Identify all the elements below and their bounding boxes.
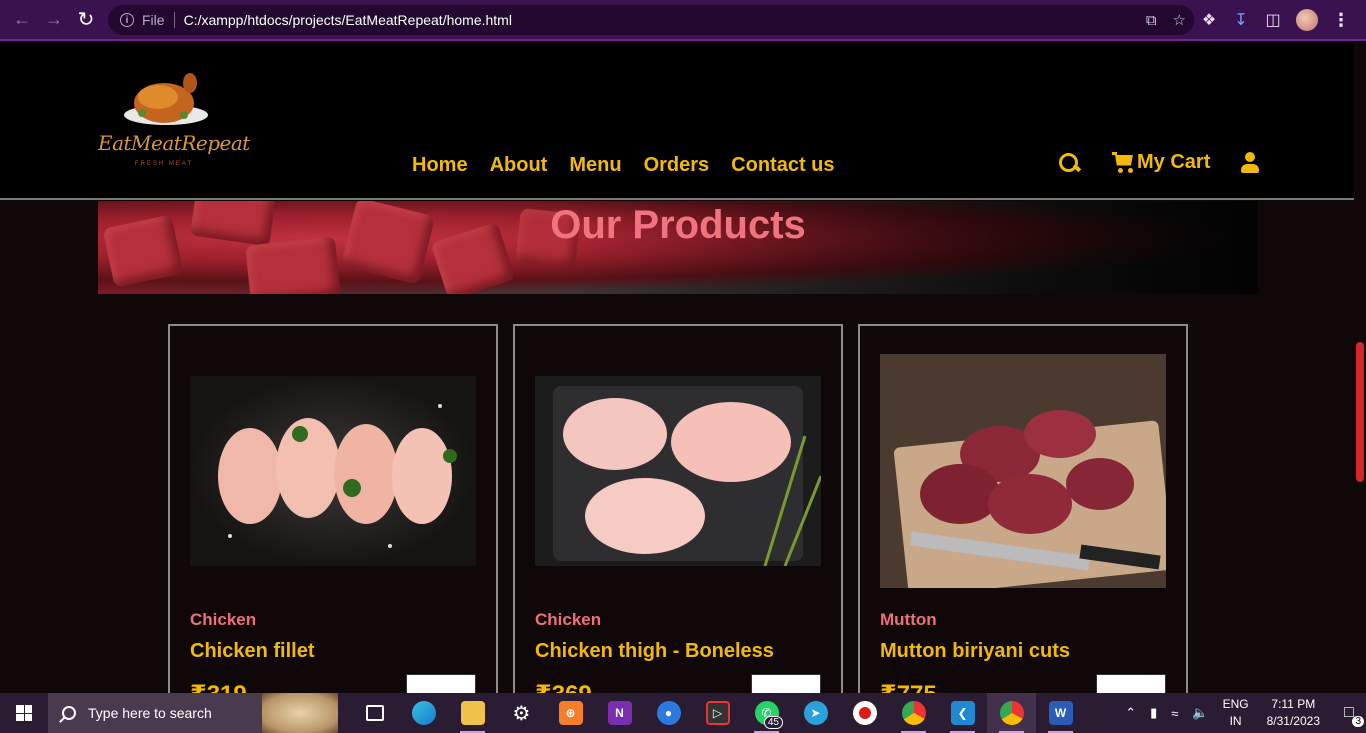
- clock-date: 8/31/2023: [1266, 714, 1320, 728]
- menu-kebab-icon[interactable]: ⋮: [1332, 10, 1350, 31]
- wifi-icon[interactable]: ≈: [1171, 706, 1178, 721]
- word-icon[interactable]: W: [1036, 693, 1085, 733]
- chrome-icon[interactable]: [889, 693, 938, 733]
- chicken-thigh-photo: [535, 376, 821, 566]
- search-icon[interactable]: [1058, 152, 1080, 174]
- divider: [173, 12, 175, 28]
- nav-menu[interactable]: Menu: [569, 154, 621, 177]
- browser-toolbar: ← → ↻ i File C:/xampp/htdocs/projects/Ea…: [0, 0, 1366, 41]
- whatsapp-unread-badge: 45: [763, 716, 783, 729]
- system-tray: ⌃ ▮ ≈ 🔈 ENG IN 7:11 PM 8/31/2023 □ 3: [1125, 693, 1366, 733]
- mutton-cuts-photo: [880, 354, 1166, 588]
- windows-taskbar: Type here to search ⚙ ⊛ N ● ▷ ✆ 45 ➤ ❮ W…: [0, 693, 1366, 733]
- address-bar[interactable]: i File C:/xampp/htdocs/projects/EatMeatR…: [108, 5, 1194, 35]
- products-banner: Our Products: [98, 201, 1258, 294]
- product-category: Chicken: [535, 610, 602, 629]
- banner-title: Our Products: [550, 203, 806, 247]
- forward-arrow-icon[interactable]: →: [38, 4, 70, 36]
- share-icon[interactable]: ⧉: [1146, 12, 1157, 29]
- onenote-icon[interactable]: N: [595, 693, 644, 733]
- vscode-icon[interactable]: ❮: [938, 693, 987, 733]
- bookmark-star-icon[interactable]: ☆: [1173, 11, 1186, 29]
- clock-time: 7:11 PM: [1271, 697, 1316, 711]
- battery-icon[interactable]: ▮: [1150, 705, 1157, 721]
- windows-start-icon[interactable]: [0, 693, 48, 733]
- user-icon[interactable]: [1240, 151, 1260, 174]
- extensions-puzzle-icon[interactable]: ❖: [1200, 11, 1218, 29]
- search-highlight-art: [262, 693, 338, 733]
- nav-orders[interactable]: Orders: [644, 154, 710, 177]
- cart-label: My Cart: [1137, 151, 1211, 173]
- logo-wordmark: EatMeatRepeat: [98, 131, 250, 155]
- product-card[interactable]: Chicken Chicken thigh - Boneless ₹369: [513, 324, 843, 708]
- product-name[interactable]: Chicken fillet: [190, 640, 314, 663]
- profile-avatar[interactable]: [1296, 9, 1318, 31]
- task-view-icon[interactable]: [350, 693, 399, 733]
- url-text[interactable]: C:/xampp/htdocs/projects/EatMeatRepeat/h…: [184, 12, 512, 28]
- xampp-icon[interactable]: ⊛: [546, 693, 595, 733]
- chrome-profile-icon[interactable]: [987, 693, 1036, 733]
- volume-icon[interactable]: 🔈: [1192, 705, 1208, 721]
- chevron-up-icon[interactable]: ⌃: [1125, 705, 1136, 721]
- file-explorer-icon[interactable]: [448, 693, 497, 733]
- chicken-fillet-photo: [190, 376, 476, 566]
- settings-gear-icon[interactable]: ⚙: [497, 693, 546, 733]
- vlc-app-icon[interactable]: ▷: [693, 693, 742, 733]
- product-name[interactable]: Chicken thigh - Boneless: [535, 640, 774, 663]
- download-icon[interactable]: ↧: [1232, 11, 1250, 29]
- page-scrollbar-thumb[interactable]: [1356, 342, 1364, 482]
- nav-home[interactable]: Home: [412, 154, 468, 177]
- product-category: Chicken: [190, 610, 257, 629]
- taskbar-apps: ⚙ ⊛ N ● ▷ ✆ 45 ➤ ❮ W: [350, 693, 1085, 733]
- blue-app-icon[interactable]: ●: [644, 693, 693, 733]
- product-card[interactable]: Mutton Mutton biriyani cuts ₹775: [858, 324, 1188, 708]
- site-logo[interactable]: EatMeatRepeat FRESH MEAT: [98, 61, 250, 176]
- roast-chicken-icon: [124, 73, 208, 125]
- taskbar-search-placeholder: Type here to search: [88, 705, 212, 721]
- back-arrow-icon[interactable]: ←: [6, 4, 38, 36]
- whatsapp-icon[interactable]: ✆ 45: [742, 693, 791, 733]
- side-panel-icon[interactable]: ◫: [1264, 11, 1282, 29]
- reload-icon[interactable]: ↻: [70, 4, 102, 36]
- product-name[interactable]: Mutton biriyani cuts: [880, 640, 1070, 663]
- taskbar-search[interactable]: Type here to search: [48, 693, 338, 733]
- nav-contact[interactable]: Contact us: [731, 154, 834, 177]
- info-icon[interactable]: i: [120, 13, 134, 27]
- my-cart-button[interactable]: My Cart: [1112, 151, 1210, 174]
- edge-icon[interactable]: [399, 693, 448, 733]
- url-scheme: File: [142, 12, 165, 28]
- site-header: EatMeatRepeat FRESH MEAT Home About Menu…: [0, 43, 1354, 200]
- nav-about[interactable]: About: [490, 154, 548, 177]
- language-indicator[interactable]: ENG IN: [1223, 696, 1249, 730]
- region-label: IN: [1229, 714, 1242, 728]
- notification-count: 3: [1352, 716, 1364, 727]
- clock[interactable]: 7:11 PM 8/31/2023: [1267, 696, 1320, 730]
- product-category: Mutton: [880, 610, 937, 629]
- notification-center-icon[interactable]: □ 3: [1332, 693, 1366, 733]
- logo-tagline: FRESH MEAT: [134, 161, 194, 167]
- header-actions: My Cart: [1058, 151, 1260, 174]
- search-icon: [62, 706, 76, 720]
- language-label: ENG: [1222, 697, 1249, 711]
- telegram-icon[interactable]: ➤: [791, 693, 840, 733]
- main-nav: Home About Menu Orders Contact us: [412, 154, 835, 177]
- product-card[interactable]: Chicken Chicken fillet ₹319: [168, 324, 498, 708]
- cart-icon: [1112, 151, 1136, 174]
- record-icon[interactable]: [840, 693, 889, 733]
